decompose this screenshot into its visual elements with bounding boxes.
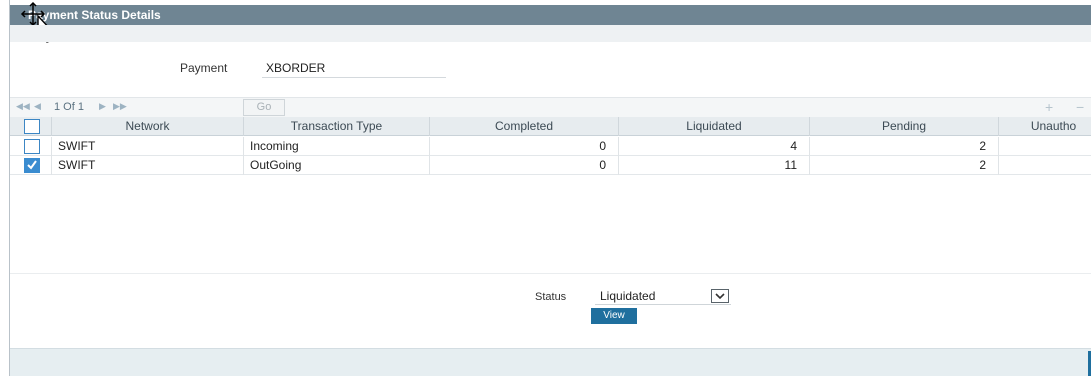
select-all-checkbox[interactable] [24,119,40,134]
status-label: Status [535,291,567,303]
last-page-icon[interactable]: ▶▶ [113,101,127,112]
column-header-completed[interactable]: Completed [429,117,618,136]
cell-unauthorized [998,137,1091,156]
table-row[interactable]: SWIFT OutGoing 0 11 2 [10,156,1091,175]
cell-unauthorized [998,156,1091,175]
column-header-liquidated[interactable]: Liquidated [618,117,809,136]
sub-header-bar [10,25,1091,42]
payment-field[interactable]: XBORDER [262,58,446,78]
status-select[interactable]: Liquidated [595,287,731,305]
table-header: Network Transaction Type Completed Liqui… [10,117,1091,136]
title-bar[interactable]: Payment Status Details [10,5,1091,25]
column-header-unauthorized[interactable]: Unautho [998,117,1091,136]
page-info: 1 Of 1 [54,101,84,113]
cell-pending: 2 [809,137,998,156]
cell-completed: 0 [429,156,618,175]
cell-liquidated: 11 [618,156,809,175]
table-row[interactable]: SWIFT Incoming 0 4 2 [10,137,1091,156]
view-button[interactable]: View [591,308,637,324]
cell-transaction-type: OutGoing [243,156,429,175]
status-selected-value: Liquidated [600,289,656,303]
next-page-icon[interactable]: ▶ [99,101,106,112]
checkmark-icon [27,160,37,170]
column-header-pending[interactable]: Pending [809,117,998,136]
cell-transaction-type: Incoming [243,137,429,156]
footer-bar [10,348,1091,376]
chevron-down-icon[interactable] [711,289,729,303]
payment-label: Payment [180,61,228,75]
minus-icon[interactable]: − [1076,99,1084,115]
cell-network: SWIFT [51,156,243,175]
first-page-icon[interactable]: ◀◀ [16,101,30,112]
plus-icon[interactable]: + [1045,99,1053,115]
row-checkbox[interactable] [24,158,40,173]
payment-status-window: Payment Status Details Payment XBORDER ◀… [9,0,1091,376]
cell-pending: 2 [809,156,998,175]
row-checkbox[interactable] [24,139,40,154]
column-header-network[interactable]: Network [51,117,243,136]
payment-status-table: Network Transaction Type Completed Liqui… [10,117,1091,274]
column-header-transaction-type[interactable]: Transaction Type [243,117,429,136]
cell-network: SWIFT [51,137,243,156]
pagination-bar: ◀◀ ◀ 1 Of 1 ▶ ▶▶ Go + − [10,97,1091,117]
previous-page-icon[interactable]: ◀ [34,101,41,112]
status-filter-area: Status Liquidated View [10,274,1091,348]
cell-liquidated: 4 [618,137,809,156]
cell-completed: 0 [429,137,618,156]
go-button[interactable]: Go [243,99,285,116]
